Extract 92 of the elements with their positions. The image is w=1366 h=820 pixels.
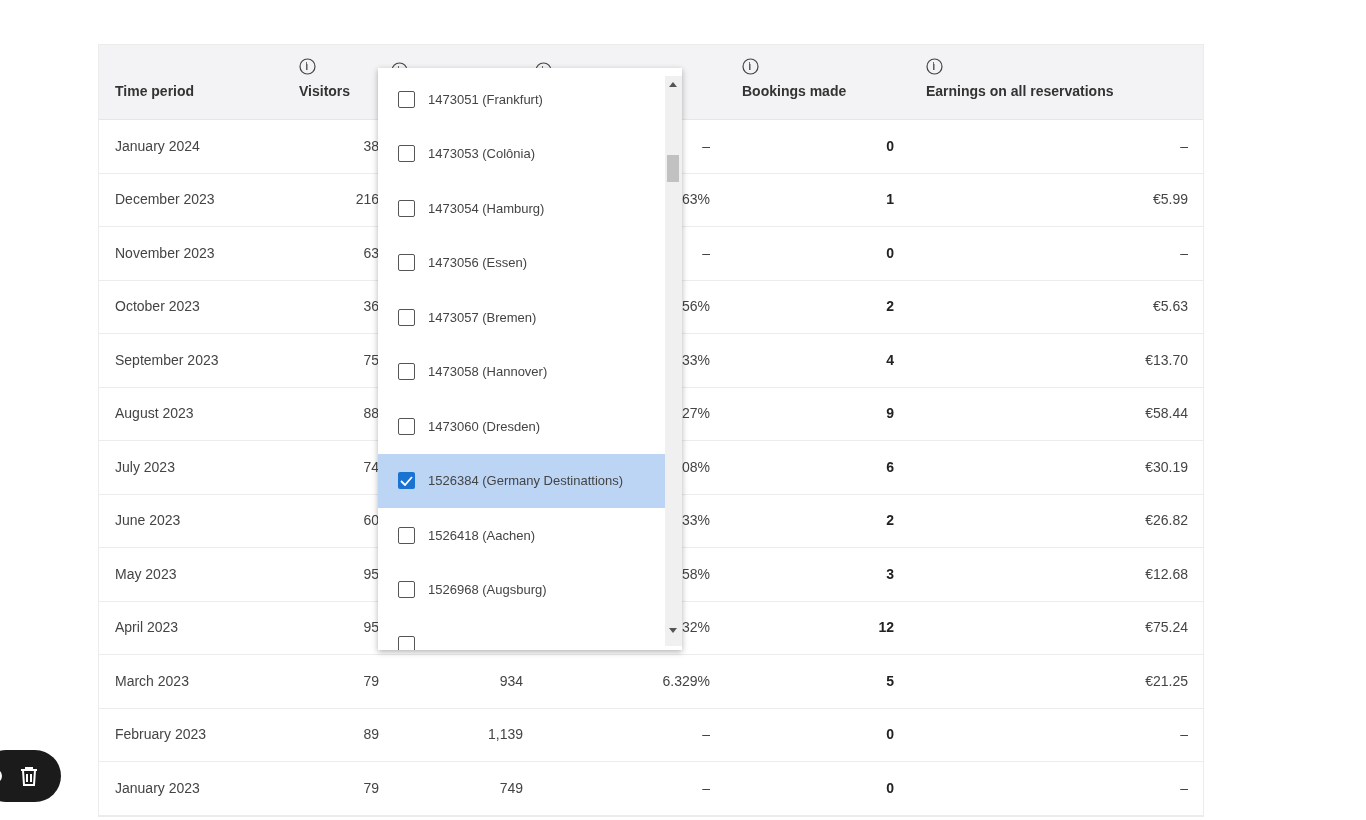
column-header[interactable]: Earnings on all reservations [926,81,1205,102]
checkbox[interactable] [398,308,415,326]
table-cell-text: 5 [886,671,894,691]
table-cell-text: 0 [886,725,894,745]
table-cell-text: 38 [363,136,379,156]
table-cell-text: 0 [886,136,894,156]
table-cell-text: February 2023 [115,725,207,745]
table-cell-text: August 2023 [115,404,194,424]
table-cell-text: 9 [886,404,894,424]
table-cell-text: April 2023 [115,618,179,638]
info-icon[interactable] [926,58,943,75]
table-cell-text: June 2023 [115,511,181,531]
table-cell-text: €5.99 [1152,190,1188,210]
scroll-up-icon[interactable] [669,82,677,88]
table-cell-text: July 2023 [115,457,175,477]
checkbox[interactable] [398,635,415,650]
checkbox[interactable] [398,363,415,381]
table-cell-text: 934 [499,671,523,691]
table-cell-text: €21.25 [1145,671,1188,691]
checkbox[interactable] [398,526,415,544]
table-cell-text: 6.329% [662,671,710,691]
checkbox[interactable] [398,417,415,435]
table-cell-text: 33% [681,350,710,370]
checkbox[interactable] [398,145,415,163]
table-cell-text: 33% [681,511,710,531]
table-cell-text: 36 [363,297,379,317]
table-cell-text: 95 [363,618,379,638]
table-cell-text: 749 [499,778,523,798]
table-cell-text: November 2023 [115,243,215,263]
table-cell-text: 27% [681,404,710,424]
table-cell-text: 216 [355,190,379,210]
table-cell-text: – [702,778,710,798]
table-cell-text: 2 [886,511,894,531]
table-cell-text: January 2023 [115,778,200,798]
table-cell-text: – [702,725,710,745]
table-cell-text: 63 [363,243,379,263]
table-cell-text: December 2023 [115,190,215,210]
table-cell-text: October 2023 [115,297,200,317]
table-cell-text: 79 [363,671,379,691]
table-cell-text: 63% [681,190,710,210]
column-header[interactable]: Time period [115,81,291,102]
table-cell-text: 58% [681,564,710,584]
scrollbar[interactable] [665,76,682,646]
table-cell-text: – [1180,243,1188,263]
scroll-down-icon[interactable] [669,628,677,634]
check-icon [400,475,413,486]
table-cell-text: 4 [886,350,894,370]
table-cell-text: 32% [681,618,710,638]
table-cell-text: 6 [886,457,894,477]
table-cell-text: 95 [363,564,379,584]
table-cell-text: 1 [886,190,894,210]
table-cell-text: 0 [886,778,894,798]
table-cell-text: 2 [886,297,894,317]
table-cell-text: €12.68 [1145,564,1188,584]
table-cell-text: – [1180,725,1188,745]
table-cell-text: – [702,243,710,263]
checkbox[interactable] [398,254,415,272]
table-cell-text: 0 [886,243,894,263]
table-cell-text: €13.70 [1145,350,1188,370]
table-cell-text: 1,139 [487,725,523,745]
column-header[interactable]: Bookings made [742,81,898,102]
scrollbar-thumb[interactable] [667,155,679,182]
table-cell-text: 3 [886,564,894,584]
table-cell-text: – [1180,136,1188,156]
table-cell-text: March 2023 [115,671,189,691]
table-cell-text: – [702,136,710,156]
dropdown-option[interactable]: 1526384 (Germany Destinattions) [378,453,665,508]
checkbox[interactable] [398,199,415,217]
info-icon[interactable] [742,58,759,75]
table-cell-text: 56% [681,297,710,317]
table-cell-text: 74 [363,457,379,477]
table-cell-text: 88 [363,404,379,424]
table-cell-text: €5.63 [1152,297,1188,317]
table-cell-text: September 2023 [115,350,219,370]
table-cell-text: €26.82 [1145,511,1188,531]
table-cell-text: May 2023 [115,564,177,584]
table-cell-text: 79 [363,778,379,798]
table-cell-text: €30.19 [1145,457,1188,477]
table-cell-text: – [1180,778,1188,798]
checkbox[interactable] [398,581,415,599]
table-cell-text: 08% [681,457,710,477]
trash-icon[interactable] [20,766,38,786]
checkbox[interactable] [398,90,415,108]
table-cell-text: 75 [363,350,379,370]
table-cell-text: €75.24 [1145,618,1188,638]
table-cell-text: 60 [363,511,379,531]
table-cell-text: 89 [363,725,379,745]
checkbox[interactable] [398,472,415,490]
table-cell-text: €58.44 [1145,404,1188,424]
table-cell-text: January 2024 [115,136,200,156]
table-cell-text: 12 [878,618,894,638]
info-icon[interactable] [299,58,316,75]
